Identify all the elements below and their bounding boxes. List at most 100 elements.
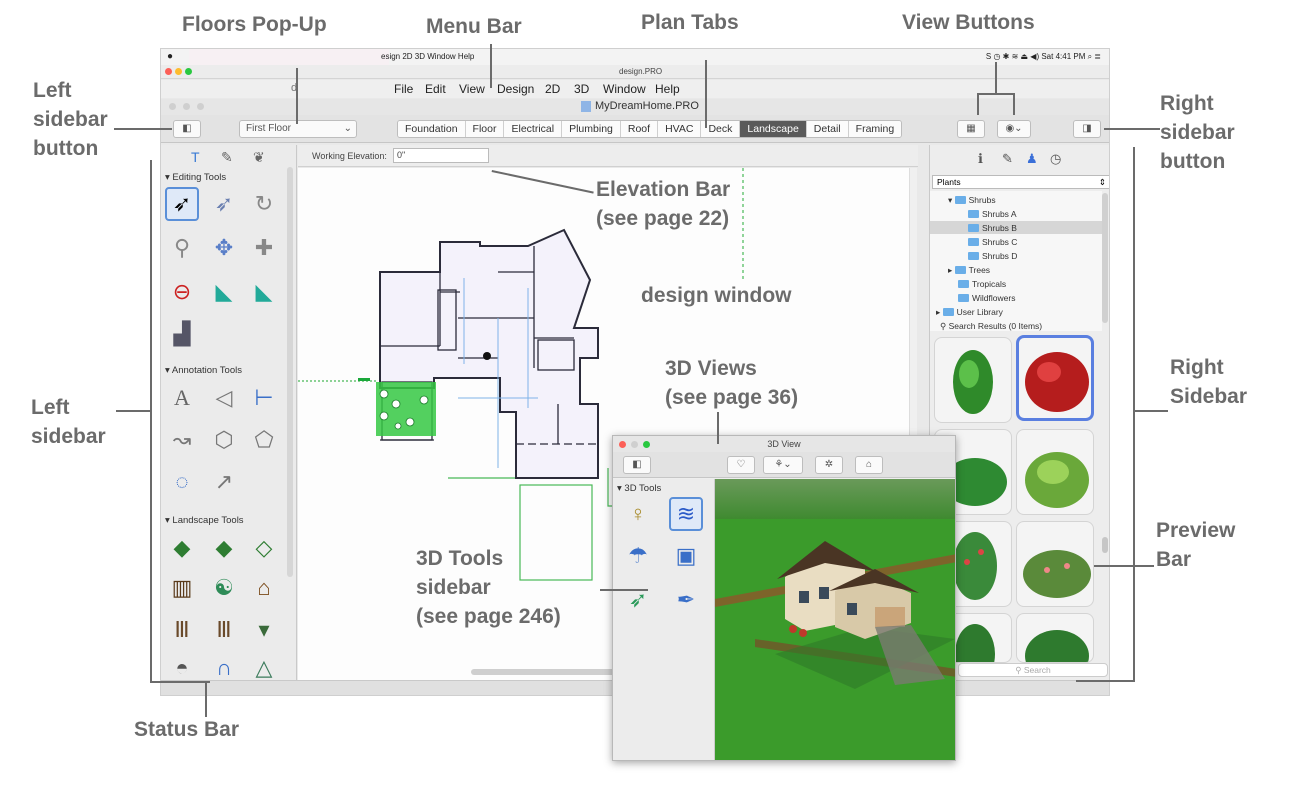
preview-item[interactable] xyxy=(1016,521,1094,607)
eyedropper-tool-icon[interactable]: ✒ xyxy=(669,583,703,617)
tree-item-user-library[interactable]: ▸ User Library xyxy=(936,307,1003,318)
pencil-tab-icon[interactable]: ✎ xyxy=(1002,151,1013,167)
menu-3d[interactable]: 3D xyxy=(574,82,589,96)
pan-tool-icon[interactable]: ✥ xyxy=(207,231,241,265)
walk-tool-icon[interactable]: ♀ xyxy=(621,497,655,531)
tree-item-shrubs-b[interactable]: Shrubs B xyxy=(930,221,1102,234)
zoom-dot-icon[interactable] xyxy=(197,103,204,110)
landscape-tools-header[interactable]: ▾ Landscape Tools xyxy=(165,515,244,526)
left-sidebar-button[interactable]: ◧ xyxy=(173,120,201,138)
os-menu-items[interactable]: esign 2D 3D Window Help xyxy=(381,52,474,61)
multi-select-tool-icon[interactable]: ➶ xyxy=(207,187,241,221)
tree-tab-icon[interactable]: ❦ xyxy=(253,149,265,166)
menu-view[interactable]: View xyxy=(459,82,485,96)
dimension-tool-icon[interactable]: ⊢ xyxy=(247,381,281,415)
tab-foundation[interactable]: Foundation xyxy=(398,121,466,137)
menu-edit[interactable]: Edit xyxy=(425,82,446,96)
line-tool-icon[interactable]: ↗ xyxy=(207,465,241,499)
tree-item-shrubs-a[interactable]: Shrubs A xyxy=(968,209,1017,219)
terrain-tool-icon[interactable]: ◆ xyxy=(165,531,199,565)
fly-tool-icon[interactable]: ≋ xyxy=(669,497,703,531)
close-dot-icon[interactable] xyxy=(169,103,176,110)
menu-design[interactable]: Design xyxy=(497,82,534,96)
menu-window[interactable]: Window xyxy=(603,82,646,96)
plant-bed-tool-icon[interactable]: ◆ xyxy=(207,531,241,565)
tab-plumbing[interactable]: Plumbing xyxy=(562,121,621,137)
gate-tool-icon[interactable]: ⌂ xyxy=(247,571,281,605)
arrow-tool-icon[interactable]: ↝ xyxy=(165,423,199,457)
menu-file[interactable]: File xyxy=(394,82,413,96)
tab-detail[interactable]: Detail xyxy=(806,121,849,137)
eye-view-button[interactable]: ◉⌄ xyxy=(997,120,1031,138)
door-tool-icon[interactable]: ▟ xyxy=(165,317,199,351)
tree-item-tropicals[interactable]: Tropicals xyxy=(958,279,1006,289)
tree-item-shrubs-c[interactable]: Shrubs C xyxy=(968,237,1017,247)
zoom-tool-icon[interactable]: ⚲ xyxy=(165,231,199,265)
3d-viewport[interactable] xyxy=(715,479,955,760)
apple-icon[interactable]: ● xyxy=(167,51,173,62)
plan-view-button[interactable]: ▦ xyxy=(957,120,985,138)
minimize-dot-icon[interactable] xyxy=(175,68,182,75)
tree-item-search-results[interactable]: ⚲ Search Results (0 Items) xyxy=(940,321,1042,332)
editing-tools-header[interactable]: ▾ Editing Tools xyxy=(165,172,226,183)
build-tab-icon[interactable]: T xyxy=(191,149,200,165)
tab-electrical[interactable]: Electrical xyxy=(504,121,563,137)
tree-item-trees[interactable]: ▸ Trees xyxy=(948,265,990,276)
add-point-tool-icon[interactable]: ✚ xyxy=(247,231,281,265)
fence-tool-icon[interactable]: Ⅲ xyxy=(207,613,241,647)
planter-tool-icon[interactable]: ▾ xyxy=(247,613,281,647)
preview-item[interactable] xyxy=(934,337,1012,423)
tab-hvac[interactable]: HVAC xyxy=(658,121,702,137)
category-select[interactable]: Plants ⇕ xyxy=(932,175,1109,189)
timer-tab-icon[interactable]: ◷ xyxy=(1050,151,1061,167)
callout-tool-icon[interactable]: ◁ xyxy=(207,381,241,415)
tab-framing[interactable]: Framing xyxy=(848,121,902,137)
delete-point-tool-icon[interactable]: ⊖ xyxy=(165,275,199,309)
elevation-input[interactable]: 0" xyxy=(393,148,489,163)
minimize-dot-icon[interactable] xyxy=(631,441,638,448)
edging-tool-icon[interactable]: ◇ xyxy=(247,531,281,565)
camera-button[interactable]: ⚘⌄ xyxy=(763,456,803,474)
rotate-tool-icon[interactable]: ↻ xyxy=(247,187,281,221)
settings-button[interactable]: ✲ xyxy=(815,456,843,474)
close-dot-icon[interactable] xyxy=(165,68,172,75)
tree-item-shrubs-d[interactable]: Shrubs D xyxy=(968,251,1017,261)
right-sidebar-button[interactable]: ◨ xyxy=(1073,120,1101,138)
annotation-tools-header[interactable]: ▾ Annotation Tools xyxy=(165,365,242,376)
menu-2d[interactable]: 2D xyxy=(545,82,560,96)
library-tab-icon[interactable]: ♟ xyxy=(1026,151,1038,167)
polyline-tool-icon[interactable]: ⬡ xyxy=(207,423,241,457)
close-dot-icon[interactable] xyxy=(619,441,626,448)
3d-sidebar-button[interactable]: ◧ xyxy=(623,456,651,474)
tab-roof[interactable]: Roof xyxy=(620,121,659,137)
tab-landscape[interactable]: Landscape xyxy=(740,121,807,137)
preview-item[interactable] xyxy=(1016,429,1094,515)
corner-alt-tool-icon[interactable]: ◣ xyxy=(247,275,281,309)
circle-tool-icon[interactable]: ◌ xyxy=(165,465,199,499)
minimize-dot-icon[interactable] xyxy=(183,103,190,110)
fence-panel-tool-icon[interactable]: ▥ xyxy=(165,571,199,605)
left-sidebar-scrollbar[interactable] xyxy=(287,167,293,577)
orbit-tool-icon[interactable]: ☂ xyxy=(621,539,655,573)
tab-floor[interactable]: Floor xyxy=(465,121,505,137)
preview-scrollbar[interactable] xyxy=(1102,537,1108,553)
tree-scrollbar[interactable] xyxy=(1102,193,1108,323)
library-search-input[interactable]: ⚲ Search xyxy=(958,663,1108,677)
select-tool-icon[interactable]: ➶ xyxy=(165,187,199,221)
zoom-dot-icon[interactable] xyxy=(643,441,650,448)
lightbulb-button[interactable]: ♡ xyxy=(727,456,755,474)
3d-tools-header[interactable]: ▾ 3D Tools xyxy=(617,483,661,494)
menu-help[interactable]: Help xyxy=(655,82,680,96)
info-tab-icon[interactable]: ℹ xyxy=(978,151,983,167)
tab-deck[interactable]: Deck xyxy=(701,121,741,137)
corner-tool-icon[interactable]: ◣ xyxy=(207,275,241,309)
tree-item-wildflowers[interactable]: Wildflowers xyxy=(958,293,1015,303)
floors-popup[interactable]: First Floor ⌄ xyxy=(239,120,357,138)
preview-item[interactable] xyxy=(1016,613,1094,663)
path-tool-icon[interactable]: ☯ xyxy=(207,571,241,605)
tree-item-shrubs[interactable]: ▾ Shrubs xyxy=(948,195,996,206)
zoom-dot-icon[interactable] xyxy=(185,68,192,75)
shape-tool-icon[interactable]: ⬠ xyxy=(247,423,281,457)
plan-tool-icon[interactable]: ▣ xyxy=(669,539,703,573)
text-tool-icon[interactable]: A xyxy=(165,381,199,415)
